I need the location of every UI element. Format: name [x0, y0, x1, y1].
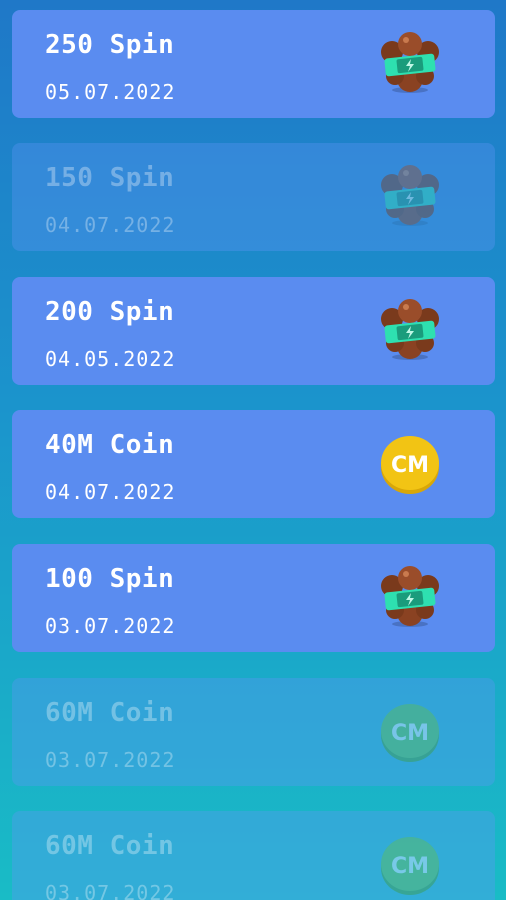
reward-title: 100 Spin: [45, 564, 175, 594]
reward-date: 04.07.2022: [45, 480, 176, 504]
reward-title: 60M Coin: [45, 831, 175, 861]
spin-capsule-icon: [375, 566, 445, 630]
coin-icon: CM: [375, 432, 445, 496]
reward-date: 05.07.2022: [45, 80, 176, 104]
reward-date: 03.07.2022: [45, 614, 176, 638]
reward-title: 250 Spin: [45, 30, 175, 60]
coin-icon: CM: [375, 833, 445, 897]
reward-card[interactable]: 250 Spin 05.07.2022: [12, 10, 495, 118]
reward-card[interactable]: 40M Coin 04.07.2022 CM: [12, 410, 495, 518]
reward-card[interactable]: 60M Coin 03.07.2022 CM: [12, 678, 495, 786]
reward-title: 150 Spin: [45, 163, 175, 193]
spin-capsule-icon: [375, 299, 445, 363]
spin-capsule-icon: [375, 32, 445, 96]
coin-icon: CM: [375, 700, 445, 764]
reward-card[interactable]: 150 Spin 04.07.2022: [12, 143, 495, 251]
reward-date: 04.07.2022: [45, 213, 176, 237]
reward-title: 200 Spin: [45, 297, 175, 327]
reward-card[interactable]: 200 Spin 04.05.2022: [12, 277, 495, 385]
reward-card[interactable]: 100 Spin 03.07.2022: [12, 544, 495, 652]
reward-date: 04.05.2022: [45, 347, 176, 371]
coin-label: CM: [391, 453, 429, 478]
coin-label: CM: [391, 854, 429, 879]
reward-date: 03.07.2022: [45, 881, 176, 900]
reward-list: 250 Spin 05.07.2022 150 Spin 04.07.2022: [0, 0, 506, 900]
reward-title: 40M Coin: [45, 430, 175, 460]
reward-date: 03.07.2022: [45, 748, 176, 772]
reward-card[interactable]: 60M Coin 03.07.2022 CM: [12, 811, 495, 900]
coin-label: CM: [391, 721, 429, 746]
reward-title: 60M Coin: [45, 698, 175, 728]
spin-capsule-icon: [375, 165, 445, 229]
